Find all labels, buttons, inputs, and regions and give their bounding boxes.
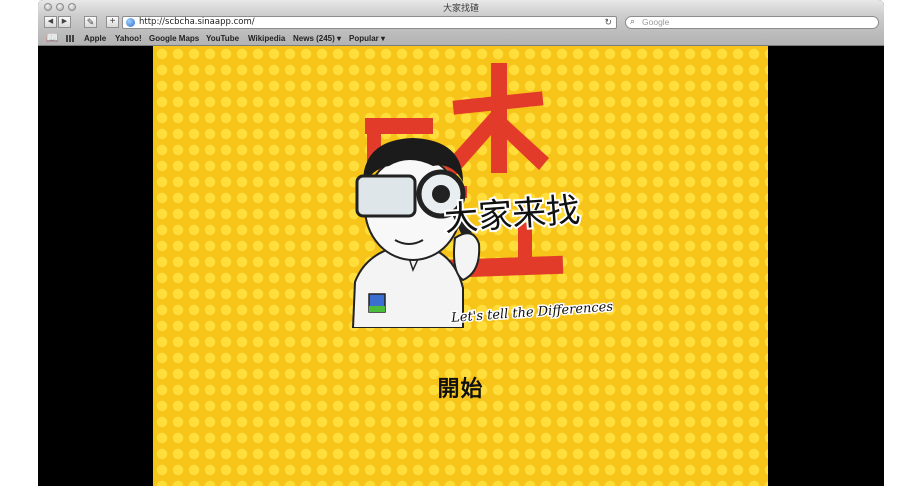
- game-canvas[interactable]: 大家来找 Let's tell the Differences! 開始: [153, 46, 768, 486]
- bookmark-apple[interactable]: Apple: [84, 33, 106, 44]
- add-bookmark-button[interactable]: +: [106, 16, 119, 28]
- bookmark-yahoo[interactable]: Yahoo!: [115, 33, 142, 44]
- browser-window: 大家找碴 ◀ ▶ ✎ + http://scbcha.sinaapp.com/ …: [38, 0, 884, 486]
- title-bar: 大家找碴: [38, 0, 884, 14]
- chevron-down-icon: ▾: [334, 34, 342, 43]
- window-title: 大家找碴: [442, 4, 479, 14]
- bookmark-news[interactable]: News (245) ▾: [293, 33, 341, 44]
- bookmark-news-label: News (245): [293, 34, 335, 43]
- back-button[interactable]: ◀: [44, 16, 57, 28]
- search-icon: ⌕: [630, 16, 636, 26]
- search-input[interactable]: ⌕ Google: [625, 16, 879, 29]
- start-button[interactable]: 開始: [153, 371, 768, 403]
- bookmark-popular-label: Popular: [349, 34, 379, 43]
- forward-button[interactable]: ▶: [58, 16, 71, 28]
- top-sites-icon[interactable]: [66, 35, 75, 42]
- extension-button[interactable]: ✎: [84, 16, 97, 28]
- reload-icon[interactable]: ↻: [604, 17, 612, 28]
- logo-title: 大家来找: [443, 190, 581, 239]
- bookmark-popular[interactable]: Popular ▾: [349, 33, 385, 44]
- globe-icon: [126, 18, 135, 27]
- browser-toolbar: ◀ ▶ ✎ + http://scbcha.sinaapp.com/ ↻ ⌕ G…: [38, 14, 884, 32]
- bookmark-wikipedia[interactable]: Wikipedia: [248, 33, 285, 44]
- game-logo: 大家来找 Let's tell the Differences!: [351, 63, 613, 328]
- bookmarks-bar: 📖 Apple Yahoo! Google Maps YouTube Wikip…: [38, 32, 884, 46]
- url-text: http://scbcha.sinaapp.com/: [139, 17, 255, 27]
- search-placeholder: Google: [642, 17, 670, 27]
- address-bar[interactable]: http://scbcha.sinaapp.com/ ↻: [122, 16, 617, 29]
- chevron-down-icon: ▾: [378, 34, 386, 43]
- evernote-icon: ✎: [86, 17, 95, 27]
- bookmark-youtube[interactable]: YouTube: [206, 33, 239, 44]
- bookmark-google-maps[interactable]: Google Maps: [149, 33, 199, 44]
- reading-list-icon[interactable]: 📖: [46, 33, 58, 44]
- logo-tagline: Let's tell the Differences!: [450, 299, 613, 326]
